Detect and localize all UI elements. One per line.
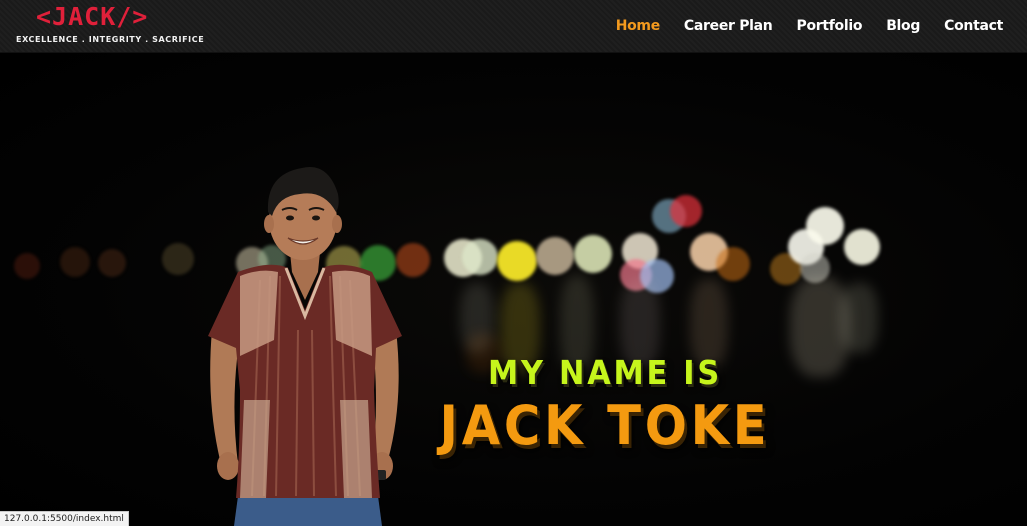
nav-item-blog[interactable]: Blog: [886, 18, 920, 34]
hero-name: JACK TOKE: [439, 394, 771, 457]
nav-item-career-plan[interactable]: Career Plan: [684, 18, 773, 34]
nav-item-contact[interactable]: Contact: [944, 18, 1003, 34]
site-header: <JACK/> EXCELLENCE . INTEGRITY . SACRIFI…: [0, 0, 1027, 53]
page: <JACK/> EXCELLENCE . INTEGRITY . SACRIFI…: [0, 0, 1027, 526]
site-logo[interactable]: <JACK/> EXCELLENCE . INTEGRITY . SACRIFI…: [16, 2, 204, 48]
logo-text: <JACK/>: [36, 2, 149, 31]
hero-section: MY NAME IS JACK TOKE: [0, 53, 1027, 526]
profile-photo: [208, 167, 402, 526]
logo-tagline: EXCELLENCE . INTEGRITY . SACRIFICE: [16, 35, 205, 44]
nav-item-home[interactable]: Home: [616, 18, 661, 34]
main-nav: Home Career Plan Portfolio Blog Contact: [616, 0, 1004, 52]
nav-item-portfolio[interactable]: Portfolio: [796, 18, 862, 34]
hero-headline: MY NAME IS JACK TOKE: [420, 353, 790, 459]
hero-intro: MY NAME IS: [488, 353, 722, 392]
browser-status-url: 127.0.0.1:5500/index.html: [0, 511, 129, 526]
